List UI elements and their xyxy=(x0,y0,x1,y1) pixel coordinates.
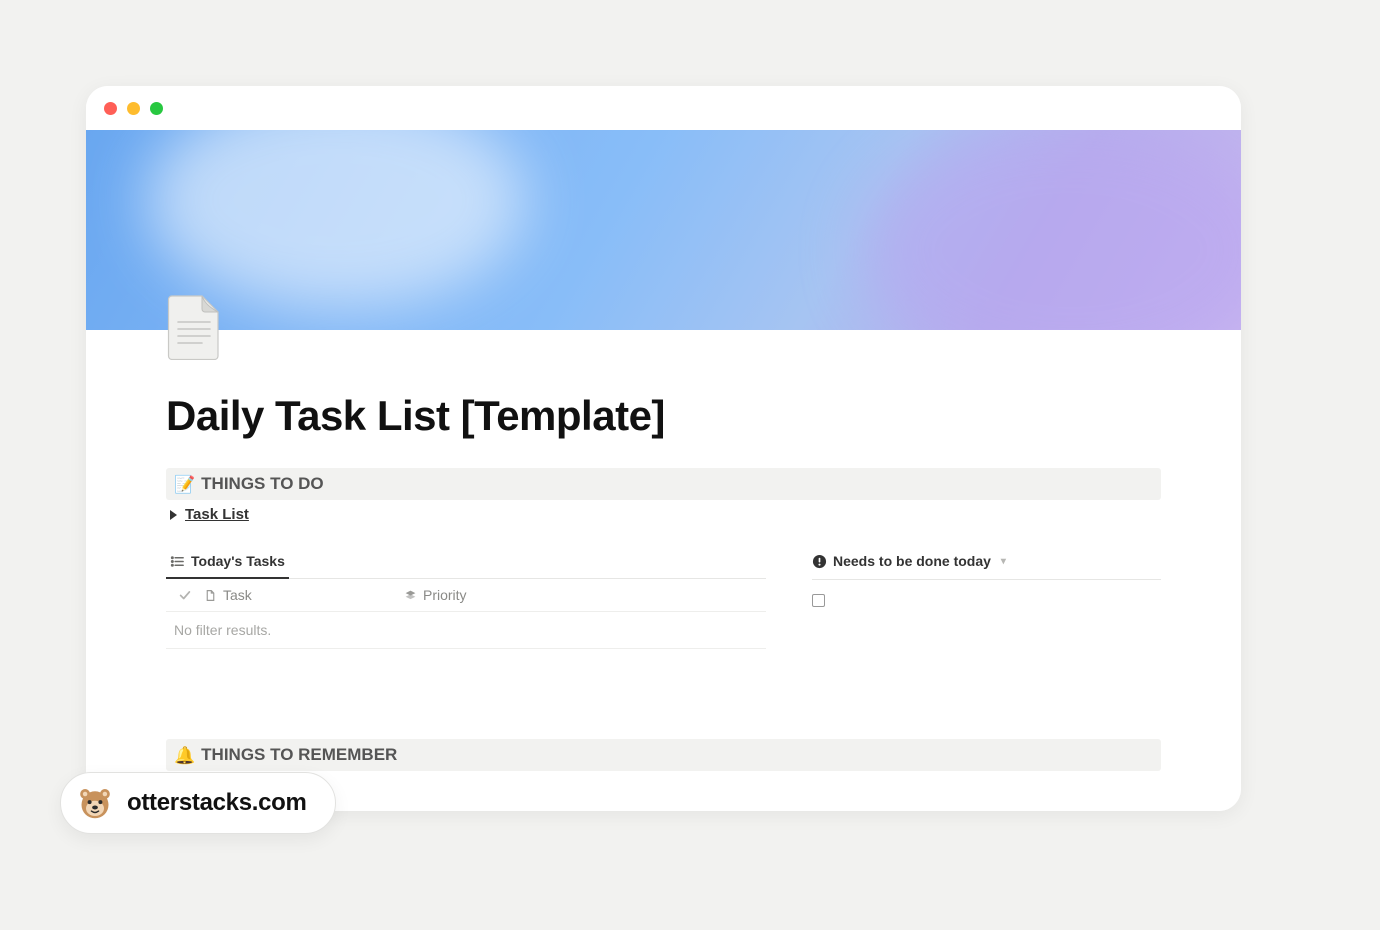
layers-icon xyxy=(404,589,417,602)
checkmark-icon xyxy=(178,588,192,602)
page-cover[interactable] xyxy=(86,130,1241,330)
branding-pill[interactable]: otterstacks.com xyxy=(60,772,336,834)
column-done[interactable] xyxy=(166,588,204,602)
page-icon xyxy=(204,589,217,602)
branding-text: otterstacks.com xyxy=(127,789,307,817)
window-close-button[interactable] xyxy=(104,102,117,115)
empty-todo-item[interactable] xyxy=(812,594,1161,607)
task-database: Today's Tasks xyxy=(166,547,766,649)
bell-icon: 🔔 xyxy=(174,747,195,764)
page-content: Daily Task List [Template] 📝 THINGS TO D… xyxy=(86,330,1241,811)
memo-icon: 📝 xyxy=(174,476,195,493)
toggle-label: Task List xyxy=(185,506,249,523)
app-window: Daily Task List [Template] 📝 THINGS TO D… xyxy=(86,86,1241,811)
view-tab-todays-tasks[interactable]: Today's Tasks xyxy=(166,547,289,579)
checkbox[interactable] xyxy=(812,594,825,607)
task-columns: Today's Tasks xyxy=(166,547,1161,649)
section-heading-label: THINGS TO REMEMBER xyxy=(201,745,397,765)
page-icon[interactable] xyxy=(166,292,224,360)
needs-today-block: Needs to be done today ▾ xyxy=(812,547,1161,649)
empty-results-text: No filter results. xyxy=(166,612,766,649)
list-icon xyxy=(170,554,185,569)
view-tab-label: Today's Tasks xyxy=(191,553,285,569)
table-header: Task Priority xyxy=(166,579,766,612)
otter-logo-icon xyxy=(77,785,113,821)
window-titlebar xyxy=(86,86,1241,130)
section-heading-todo[interactable]: 📝 THINGS TO DO xyxy=(166,468,1161,500)
needs-today-label: Needs to be done today xyxy=(833,553,991,569)
view-tabs: Today's Tasks xyxy=(166,547,766,579)
page-title[interactable]: Daily Task List [Template] xyxy=(166,330,1161,440)
needs-today-header[interactable]: Needs to be done today ▾ xyxy=(812,547,1161,580)
window-maximize-button[interactable] xyxy=(150,102,163,115)
window-minimize-button[interactable] xyxy=(127,102,140,115)
document-icon xyxy=(166,292,224,360)
toggle-triangle-icon xyxy=(170,510,177,520)
column-priority[interactable]: Priority xyxy=(404,587,766,603)
alert-circle-icon xyxy=(812,554,827,569)
section-heading-label: THINGS TO DO xyxy=(201,474,323,494)
chevron-down-icon: ▾ xyxy=(1001,556,1006,567)
toggle-task-list[interactable]: Task List xyxy=(166,500,1161,529)
section-heading-remember[interactable]: 🔔 THINGS TO REMEMBER xyxy=(166,739,1161,771)
column-label: Priority xyxy=(423,587,467,603)
column-task[interactable]: Task xyxy=(204,587,404,603)
column-label: Task xyxy=(223,587,252,603)
